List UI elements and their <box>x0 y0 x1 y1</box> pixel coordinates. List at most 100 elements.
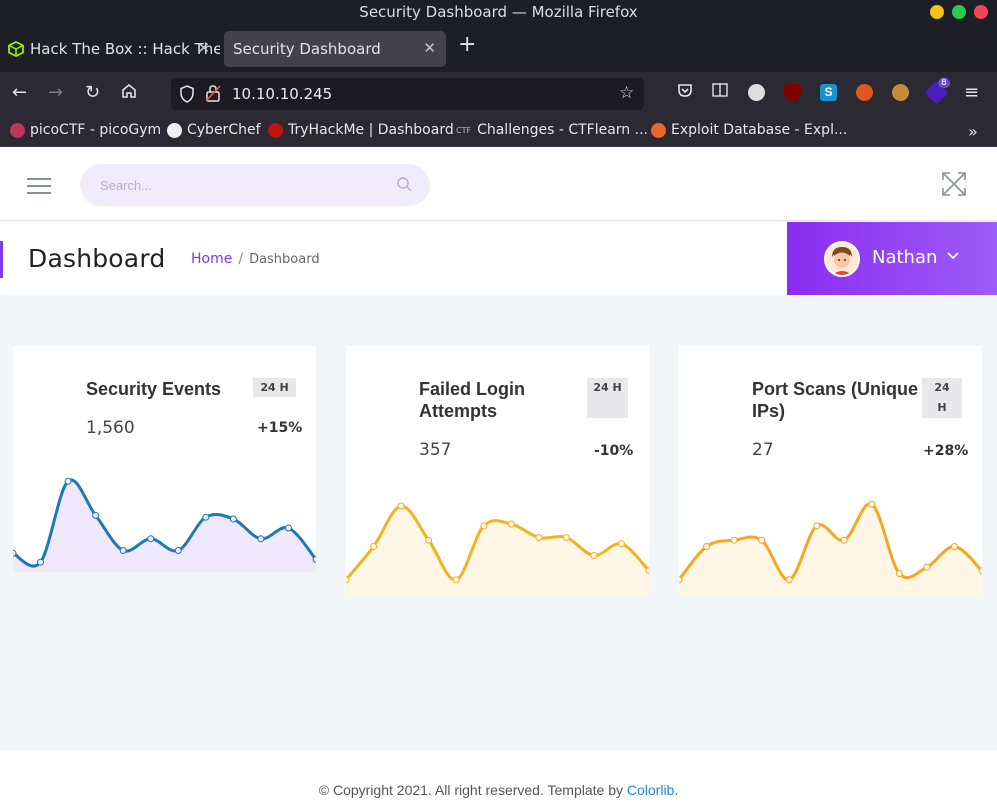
window-titlebar: Security Dashboard — Mozilla Firefox <box>0 0 997 26</box>
bookmark-star-icon[interactable]: ☆ <box>619 83 634 103</box>
sparkline-point <box>868 500 876 508</box>
sparkline-point <box>758 536 766 544</box>
time-range-badge: 24 H <box>922 378 962 418</box>
tab-security-dashboard[interactable]: Security Dashboard ✕ <box>224 31 446 67</box>
bookmark-tryhackme[interactable]: TryHackMe | Dashboard <box>268 122 454 138</box>
top-header: Search... <box>0 148 997 221</box>
sparkline-point <box>229 515 237 523</box>
card-value: 357 <box>419 440 452 460</box>
sparkline-point <box>813 522 821 530</box>
insecure-lock-icon <box>205 84 221 106</box>
fullscreen-icon[interactable] <box>940 170 968 203</box>
close-tab-icon[interactable]: ✕ <box>197 39 210 57</box>
hamburger-menu-icon[interactable] <box>27 178 51 199</box>
sparkline-point <box>978 567 982 575</box>
close-window-button[interactable] <box>974 5 988 19</box>
extension-badge: 8 <box>938 78 950 88</box>
sparkline-chart <box>346 502 649 595</box>
stat-card-failed-logins: Failed Login Attempts 24 H 357 -10% <box>346 346 649 595</box>
sparkline-point <box>174 547 182 554</box>
card-title: Failed Login Attempts <box>419 379 525 421</box>
menu-icon[interactable]: ≡ <box>964 82 979 104</box>
sparkline-point <box>730 536 738 544</box>
picoctf-icon <box>10 122 25 138</box>
page-title: Dashboard <box>28 244 166 273</box>
search-placeholder: Search... <box>100 178 153 193</box>
tab-label: Hack The Box :: Hack The <box>30 40 220 58</box>
ublock-origin-icon[interactable] <box>784 84 801 101</box>
tab-strip: Hack The Box :: Hack The ✕ Security Dash… <box>0 26 997 72</box>
sparkline-point <box>92 511 100 519</box>
sparkline-chart <box>13 477 316 572</box>
stat-card-port-scans: Port Scans (Unique IPs) 24 H 27 +28% <box>679 346 982 595</box>
reader-view-icon[interactable] <box>712 82 728 104</box>
bookmark-exploit-db[interactable]: Exploit Database - Expl... <box>651 122 847 138</box>
sparkline-point <box>950 543 958 550</box>
cookie-icon[interactable] <box>892 84 909 101</box>
sparkline-point <box>13 549 17 557</box>
firefox-window: Security Dashboard — Mozilla Firefox Hac… <box>0 0 997 809</box>
sparkline-point <box>147 535 155 543</box>
sparkline-point <box>535 534 543 541</box>
time-range-badge: 24 H <box>253 378 296 397</box>
copyright-text: © Copyright 2021. All right reserved. Te… <box>318 782 679 798</box>
tab-label: Security Dashboard <box>233 40 381 58</box>
maximize-button[interactable] <box>952 5 966 19</box>
bookmark-picoctf[interactable]: picoCTF - picoGym <box>10 122 161 138</box>
sparkline-point <box>645 567 649 575</box>
sparkline-point <box>507 520 515 528</box>
user-name: Nathan <box>872 247 938 268</box>
card-change: +15% <box>257 420 303 436</box>
bookmark-cyberchef[interactable]: CyberChef <box>167 122 261 138</box>
url-bar[interactable]: 10.10.10.245 ☆ <box>171 78 644 110</box>
sparkline-point <box>37 558 45 566</box>
user-menu[interactable]: Nathan <box>787 222 997 295</box>
sparkline-point <box>840 536 848 544</box>
sparkline-point <box>64 477 72 485</box>
breadcrumb-home-link[interactable]: Home <box>191 251 232 267</box>
sparkline-point <box>257 535 265 543</box>
search-input[interactable]: Search... <box>80 164 430 206</box>
sparkline-point <box>119 547 127 554</box>
back-button[interactable]: ← <box>12 82 27 104</box>
title-row: Dashboard Home / Dashboard Nathan <box>0 222 997 295</box>
hackbar-icon[interactable] <box>856 84 873 101</box>
forward-button[interactable]: → <box>48 82 63 104</box>
sparkline-point <box>590 552 598 559</box>
page-content: Search... Dashboard Home / Dashboard Natha… <box>0 148 997 809</box>
time-range-badge: 24 H <box>587 378 628 418</box>
colorlib-link[interactable]: Colorlib <box>627 782 674 798</box>
sparkline-point <box>679 576 683 584</box>
minimize-button[interactable] <box>930 5 944 19</box>
tab-hackthebox[interactable]: Hack The Box :: Hack The ✕ <box>0 31 220 67</box>
reload-button[interactable]: ↻ <box>85 82 100 104</box>
cyberchef-icon <box>167 122 182 138</box>
sparkline-point <box>703 543 711 550</box>
s-extension-icon[interactable]: S <box>820 84 837 101</box>
close-tab-icon[interactable]: ✕ <box>423 39 436 57</box>
pocket-icon[interactable] <box>677 82 693 104</box>
bookmarks-overflow-icon[interactable]: » <box>968 122 978 141</box>
home-button[interactable] <box>120 82 138 106</box>
tamper-extension-icon[interactable] <box>748 84 765 101</box>
card-value: 1,560 <box>86 418 135 438</box>
title-accent-bar <box>0 241 3 278</box>
chevron-down-icon <box>946 248 960 265</box>
bookmark-ctflearn[interactable]: CTF Challenges - CTFlearn ... <box>456 122 648 138</box>
breadcrumb-separator: / <box>238 251 244 267</box>
card-title: Security Events <box>86 379 222 399</box>
breadcrumb: Home / Dashboard <box>191 251 320 267</box>
exploit-db-icon <box>651 122 666 138</box>
new-tab-button[interactable]: + <box>458 32 476 57</box>
sparkline-point <box>370 543 378 550</box>
stat-card-security-events: Security Events 24 H 1,560 +15% <box>13 346 316 572</box>
window-title: Security Dashboard — Mozilla Firefox <box>359 3 638 21</box>
sparkline-point <box>284 524 292 532</box>
card-change: +28% <box>923 443 969 459</box>
search-icon[interactable] <box>396 176 412 197</box>
sparkline-area <box>13 479 316 572</box>
sparkline-point <box>617 540 625 548</box>
avatar <box>824 241 860 277</box>
sparkline-chart <box>679 500 982 595</box>
sparkline-point <box>452 576 460 584</box>
